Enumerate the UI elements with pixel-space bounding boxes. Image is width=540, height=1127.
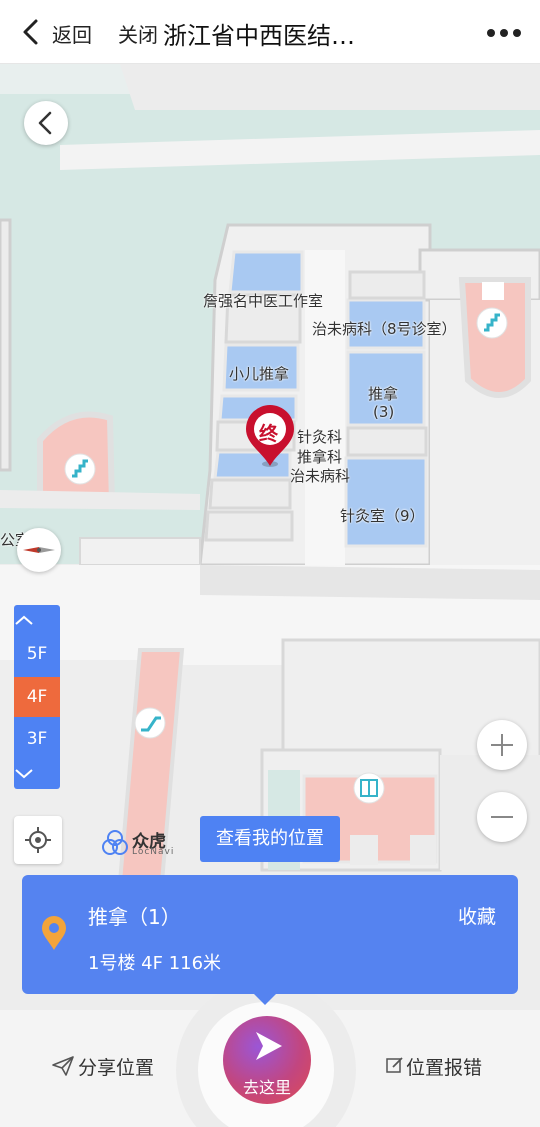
room-label[interactable]: 推拿 (368, 383, 398, 404)
brand-logo-icon (102, 830, 128, 855)
stairs-icon-marker[interactable] (476, 307, 508, 339)
close-button[interactable]: 关闭 (118, 19, 158, 48)
zoom-in-button[interactable] (477, 720, 527, 770)
bottom-bar: 分享位置 去这里 位置报错 (0, 980, 540, 1127)
room-label[interactable]: 针灸科 (297, 426, 342, 447)
card-pointer (254, 994, 276, 1005)
zoom-out-button[interactable] (477, 792, 527, 842)
send-icon (52, 1056, 74, 1076)
poi-name: 推拿（1） (88, 905, 181, 929)
destination-marker-text: 终 (259, 423, 279, 445)
room-label[interactable]: 治未病科（8号诊室） (312, 318, 457, 339)
brand-logo: 众虎 LocNavi (100, 827, 180, 861)
room-label[interactable]: (3) (373, 403, 394, 421)
plus-icon (491, 734, 513, 756)
floor-5f[interactable]: 5F (14, 634, 60, 674)
room-label[interactable]: 詹强名中医工作室 (203, 290, 323, 311)
brand-sub: LocNavi (132, 847, 175, 857)
navigate-arrow-icon (256, 1032, 282, 1060)
location-pin-icon (42, 916, 66, 950)
my-location-button[interactable]: 查看我的位置 (200, 816, 340, 862)
elevator-icon-marker[interactable] (353, 772, 385, 804)
go-here-button[interactable]: 去这里 (223, 1016, 311, 1104)
chevron-down-icon[interactable] (14, 768, 34, 780)
compass-icon (23, 547, 55, 553)
report-error-label: 位置报错 (406, 1057, 483, 1079)
floor-3f[interactable]: 3F (14, 719, 60, 759)
minus-icon (491, 816, 513, 818)
edit-icon (386, 1057, 403, 1073)
more-dots-icon[interactable] (486, 28, 522, 38)
share-location-label: 分享位置 (78, 1057, 155, 1079)
floor-selector: 5F 4F 3F (14, 605, 60, 789)
back-button[interactable]: 返回 (52, 19, 92, 48)
room-label[interactable]: 治未病科 (290, 465, 350, 486)
poi-info-card[interactable]: 推拿（1） 收藏 1号楼 4F 116米 (22, 875, 518, 994)
locate-button[interactable] (14, 816, 62, 864)
top-bar: 返回 关闭 浙江省中西医结… (0, 0, 540, 64)
chevron-left-icon[interactable] (18, 18, 44, 46)
poi-meta: 1号楼 4F 116米 (88, 953, 222, 974)
room-label[interactable]: 针灸室（9） (340, 505, 425, 526)
map-back-button[interactable] (24, 101, 68, 145)
chevron-left-icon (38, 111, 52, 135)
room-label[interactable]: 小儿推拿 (229, 363, 289, 384)
locate-crosshair-icon (25, 827, 51, 853)
chevron-up-icon[interactable] (14, 614, 34, 626)
favorite-button[interactable]: 收藏 (458, 902, 496, 929)
room-label[interactable]: 推拿科 (297, 446, 342, 467)
floor-4f[interactable]: 4F (14, 677, 60, 717)
stairs-icon-marker-left[interactable] (64, 453, 96, 485)
page-title: 浙江省中西医结… (163, 22, 355, 50)
escalator-icon-marker[interactable] (134, 707, 166, 739)
go-here-label: 去这里 (242, 1078, 291, 1097)
compass-button[interactable] (17, 528, 61, 572)
